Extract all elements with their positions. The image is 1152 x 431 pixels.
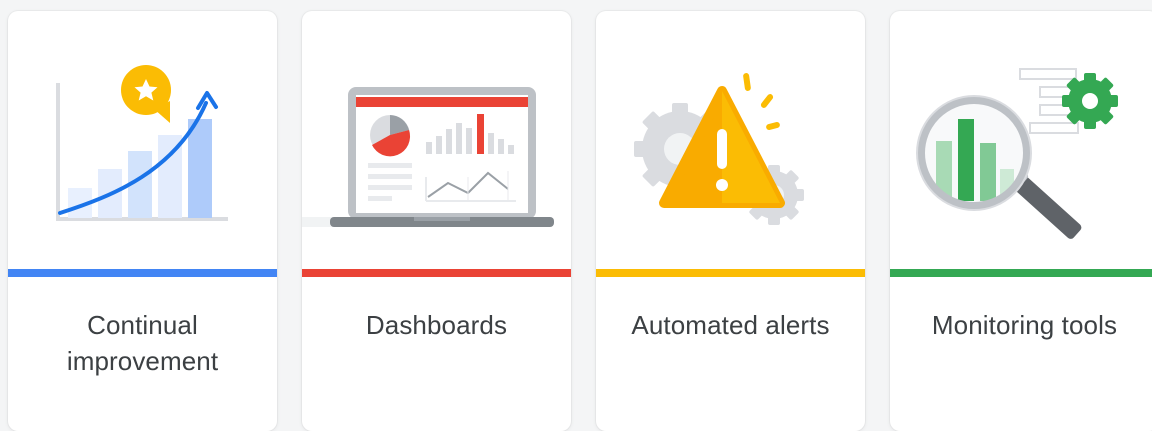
card-continual-improvement[interactable]: Continual improvement xyxy=(8,11,277,431)
laptop-dashboard-icon xyxy=(302,11,571,269)
warning-gears-icon xyxy=(596,11,865,269)
accent-bar xyxy=(596,269,865,277)
accent-bar xyxy=(302,269,571,277)
card-label: Continual improvement xyxy=(66,310,219,376)
card-monitoring-tools[interactable]: Monitoring tools xyxy=(890,11,1152,431)
growth-chart-icon xyxy=(8,11,277,269)
card-label: Monitoring tools xyxy=(931,310,1118,340)
card-label: Dashboards xyxy=(365,310,508,340)
card-dashboards[interactable]: Dashboards xyxy=(302,11,571,431)
card-automated-alerts[interactable]: Automated alerts xyxy=(596,11,865,431)
magnifier-chart-icon xyxy=(890,11,1152,269)
card-label: Automated alerts xyxy=(631,310,830,340)
accent-bar xyxy=(8,269,277,277)
accent-bar xyxy=(890,269,1152,277)
